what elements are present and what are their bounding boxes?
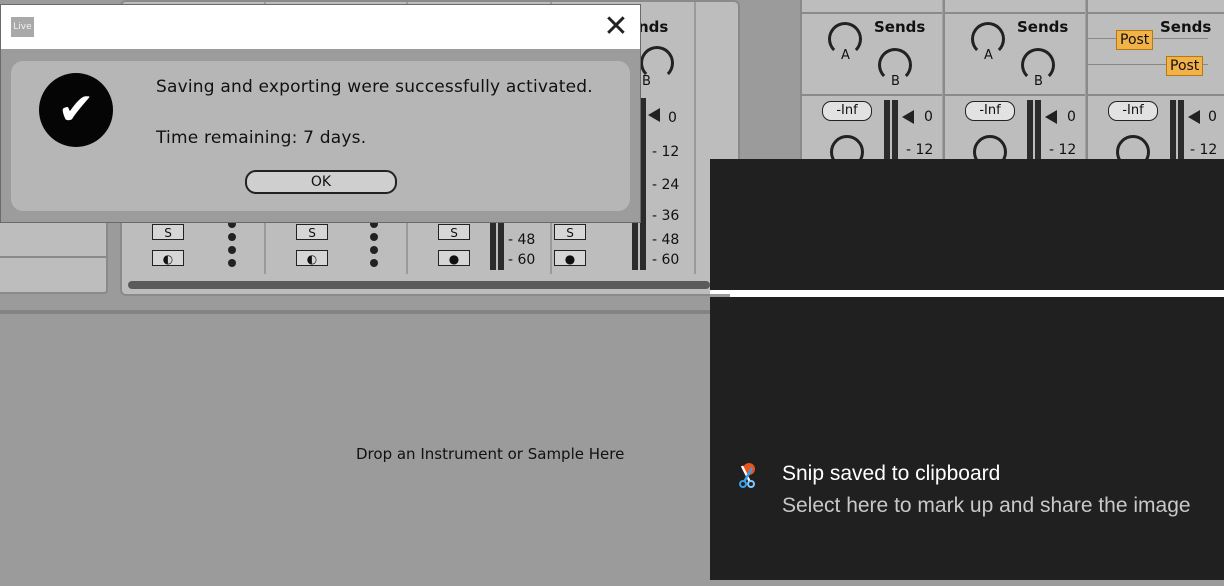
- arm-button[interactable]: ◐: [152, 250, 184, 266]
- mixer-column: Sends Post Post -Inf 0 - 12: [1086, 0, 1224, 169]
- send-a-label: A: [984, 48, 993, 63]
- sends-title: Sends: [1017, 18, 1069, 36]
- device-area-divider: [0, 310, 710, 314]
- meter-scale-label: - 12: [906, 142, 934, 158]
- meter-scale-label: 0: [668, 110, 677, 126]
- dialog-message: Saving and exporting were successfully a…: [156, 77, 593, 97]
- live-app-icon: Live: [11, 17, 34, 37]
- meter-scale-label: - 60: [508, 252, 536, 268]
- post-send-toggle[interactable]: Post: [1116, 30, 1154, 50]
- meter-scale-label: 0: [924, 109, 933, 125]
- snip-divider: [710, 290, 1224, 297]
- meter-scale-label: - 12: [1190, 142, 1218, 158]
- sends-title-partial: nds: [638, 18, 669, 36]
- send-a-label: A: [841, 48, 850, 63]
- level-meter: [892, 100, 898, 159]
- snip-overlay: [710, 159, 1224, 290]
- record-button[interactable]: ●: [554, 250, 586, 266]
- snipping-tool-icon: [739, 463, 755, 488]
- sends-title: Sends: [874, 18, 926, 36]
- left-panel: [0, 220, 108, 294]
- record-button[interactable]: ●: [438, 250, 470, 266]
- ok-button[interactable]: OK: [245, 170, 397, 194]
- meter-scale-label: - 12: [1049, 142, 1077, 158]
- close-icon[interactable]: ✕: [599, 12, 633, 43]
- level-meter: [1170, 100, 1176, 159]
- meter-scale-label: - 60: [652, 252, 680, 268]
- solo-button[interactable]: S: [554, 224, 586, 240]
- post-send-toggle[interactable]: Post: [1166, 56, 1204, 76]
- volume-arrow-icon[interactable]: [1045, 110, 1057, 124]
- solo-button[interactable]: S: [438, 224, 470, 240]
- checkmark-icon: ✔: [39, 73, 113, 147]
- volume-arrow-icon[interactable]: [902, 110, 914, 124]
- level-meter: [1027, 100, 1033, 159]
- meter-scale-label: - 48: [508, 232, 536, 248]
- sends-title: Sends: [1160, 18, 1212, 36]
- level-meter: [1035, 100, 1041, 159]
- track-dots: [228, 220, 236, 272]
- dialog-titlebar[interactable]: Live ✕: [1, 5, 640, 49]
- volume-readout[interactable]: -Inf: [1108, 101, 1158, 121]
- snip-title: Snip saved to clipboard: [782, 462, 1001, 485]
- send-b-label: B: [891, 74, 900, 89]
- volume-arrow-icon[interactable]: [1188, 110, 1200, 124]
- drop-instrument-hint: Drop an Instrument or Sample Here: [356, 445, 625, 463]
- meter-scale-label: - 24: [652, 177, 680, 193]
- horizontal-scrollbar[interactable]: [128, 281, 710, 289]
- level-meter: [1178, 100, 1184, 159]
- level-meter: [498, 222, 504, 270]
- level-meter: [884, 100, 890, 159]
- mixer-column: Sends A B -Inf 0 - 12: [800, 0, 942, 169]
- volume-readout[interactable]: -Inf: [965, 101, 1015, 121]
- send-knob-label: B: [642, 74, 651, 89]
- right-mixer: Sends A B -Inf 0 - 12 Sends A B -Inf 0 -…: [800, 0, 1224, 169]
- meter-scale-label: - 36: [652, 208, 680, 224]
- dialog-time-remaining: Time remaining: 7 days.: [156, 128, 367, 148]
- meter-scale-label: 0: [1208, 109, 1217, 125]
- meter-scale-label: - 12: [652, 144, 680, 160]
- snip-notification[interactable]: [710, 297, 1224, 580]
- solo-button[interactable]: S: [296, 224, 328, 240]
- meter-scale-label: - 48: [652, 232, 680, 248]
- arm-button[interactable]: ◐: [296, 250, 328, 266]
- track-dots: [370, 220, 378, 272]
- volume-arrow-icon[interactable]: [648, 108, 660, 122]
- mixer-column: Sends A B -Inf 0 - 12: [943, 0, 1085, 169]
- level-meter: [490, 222, 496, 270]
- solo-button[interactable]: S: [152, 224, 184, 240]
- volume-readout[interactable]: -Inf: [822, 101, 872, 121]
- snip-subtitle: Select here to mark up and share the ima…: [782, 494, 1191, 517]
- send-b-label: B: [1034, 74, 1043, 89]
- meter-scale-label: 0: [1067, 109, 1076, 125]
